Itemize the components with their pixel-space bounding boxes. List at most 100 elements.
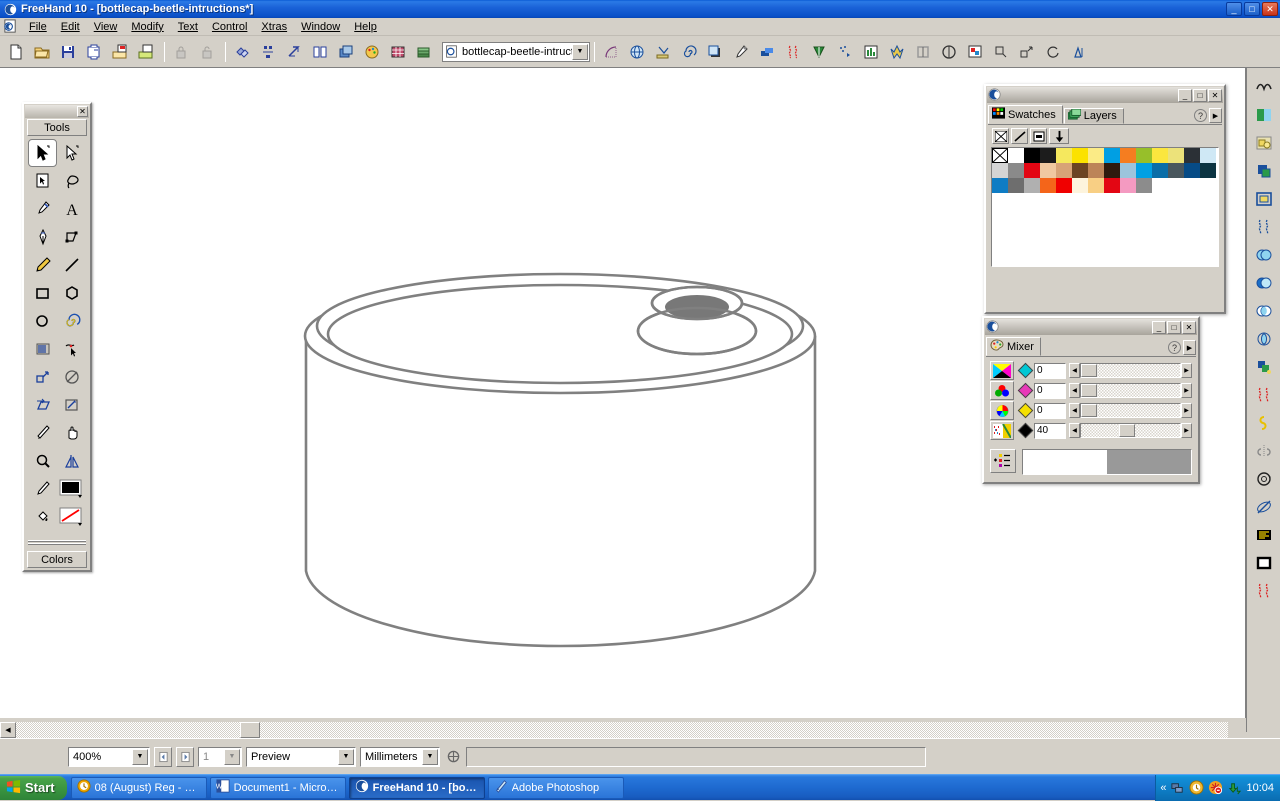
swatch-2[interactable] [1024,148,1040,163]
swatch-35[interactable] [1104,178,1120,193]
mixer-close-button[interactable]: ✕ [1182,320,1196,334]
yellow-slider-track[interactable] [1080,403,1181,418]
reflect-tool[interactable] [57,447,86,475]
text-tool[interactable]: A [57,195,86,223]
stroke-color-tool[interactable] [28,475,57,503]
tab-mixer[interactable]: Mixer [986,337,1041,356]
yellow-slider-right[interactable]: ▶ [1181,403,1192,418]
mixer-panel-titlebar[interactable]: _ □ ✕ [985,319,1197,335]
swatches-list[interactable] [991,147,1219,267]
inset-icon[interactable] [1015,40,1039,64]
hls-mode-icon[interactable] [990,401,1014,420]
sketch-icon[interactable] [833,40,857,64]
yellow-slider-left[interactable]: ◀ [1069,403,1080,418]
system-color-icon[interactable] [990,421,1014,440]
transform-icon[interactable] [282,40,306,64]
system-clock[interactable]: 10:04 [1246,782,1274,794]
swatch-7[interactable] [1104,148,1120,163]
3d-rotate-icon[interactable] [1067,40,1091,64]
swatch-24[interactable] [1152,163,1168,178]
shield-icon[interactable] [1189,780,1204,795]
emboss-icon[interactable] [651,40,675,64]
swatch-5[interactable] [1072,148,1088,163]
chart-icon[interactable] [859,40,883,64]
union-icon[interactable] [1251,242,1277,268]
globe-icon[interactable] [625,40,649,64]
menu-modify[interactable]: Modify [124,20,170,34]
swatch-19[interactable] [1072,163,1088,178]
mixer-options-arrow[interactable]: ▶ [1183,340,1196,355]
taskbar-item-outlook[interactable]: 08 (August) Reg - Micros... [70,776,207,799]
trace-tool[interactable] [57,335,86,363]
swatch-13[interactable] [1200,148,1216,163]
swatch-21[interactable] [1104,163,1120,178]
cyan-slider-left[interactable]: ◀ [1069,363,1080,378]
swatch-34[interactable] [1088,178,1104,193]
rotate-tool[interactable] [57,363,86,391]
punch-icon[interactable] [1251,326,1277,352]
cmyk-mode-icon[interactable] [990,361,1014,380]
swatches-minimize-button[interactable]: _ [1178,88,1192,102]
intersect-icon[interactable] [1251,298,1277,324]
swatch-0[interactable] [992,148,1009,164]
view-mode-combo[interactable]: Preview ▼ [246,746,356,767]
swatch-29[interactable] [1008,178,1024,193]
lasso-tool[interactable] [57,167,86,195]
envelope-icon[interactable] [885,40,909,64]
path-ops-icon[interactable] [1251,578,1277,604]
menu-text[interactable]: Text [171,20,205,34]
layers-icon[interactable] [334,40,358,64]
black-slider-left[interactable]: ◀ [1069,423,1080,438]
swatch-22[interactable] [1120,163,1136,178]
expand-stroke-icon[interactable] [1251,214,1277,240]
swatches-color-grid[interactable] [992,148,1218,193]
update-icon[interactable] [1227,780,1242,795]
spiral-tool[interactable] [57,307,86,335]
bend-icon[interactable] [1251,410,1277,436]
magenta-slider-right[interactable]: ▶ [1181,383,1192,398]
cyan-value-field[interactable]: 0 [1034,362,1066,379]
gradient-fill-icon[interactable] [1251,102,1277,128]
fill-icon[interactable] [1030,128,1047,144]
swatch-25[interactable] [1168,163,1184,178]
layer-front-icon[interactable] [1251,158,1277,184]
swatch-17[interactable] [1040,163,1056,178]
page-number-combo[interactable]: 1 ▼ [198,746,242,767]
none-fill-icon[interactable] [992,128,1009,144]
taskbar-item-freehand[interactable]: FreeHand 10 - [bottle... [348,776,485,799]
horizontal-scroll-track[interactable] [16,722,1228,738]
add-to-swatches-icon[interactable] [990,449,1016,473]
mirror-icon[interactable] [911,40,935,64]
view-mode-dropdown-arrow[interactable]: ▼ [338,748,354,765]
crop-icon[interactable] [1251,382,1277,408]
arc-icon[interactable] [599,40,623,64]
cone-icon[interactable] [807,40,831,64]
stroke-icon[interactable] [1011,128,1028,144]
black-slider-thumb[interactable] [1118,424,1135,437]
black-value-field[interactable]: 40 [1034,422,1066,439]
inset-path-icon[interactable] [1251,186,1277,212]
fill-color-swatch[interactable] [57,503,86,531]
export-icon[interactable] [134,40,158,64]
swatches-options-arrow[interactable]: ▶ [1209,108,1222,123]
reverse-direction-icon[interactable] [1251,466,1277,492]
fill-bucket-tool[interactable] [28,503,57,531]
book-icon[interactable] [308,40,332,64]
page-tool[interactable] [28,167,57,195]
blend-tool[interactable] [28,335,57,363]
menu-edit[interactable]: Edit [54,20,87,34]
blend-shape-icon[interactable] [937,40,961,64]
expand-icon[interactable] [989,40,1013,64]
antivirus-icon[interactable] [1208,780,1223,795]
taskbar-item-photoshop[interactable]: Adobe Photoshop [487,776,624,799]
knot-icon[interactable] [1251,438,1277,464]
swatch-23[interactable] [1136,163,1152,178]
taskbar-item-word[interactable]: W Document1 - Microsoft ... [209,776,346,799]
bezigon-tool[interactable] [57,223,86,251]
maximize-button[interactable]: □ [1244,2,1260,16]
swatches-maximize-button[interactable]: □ [1193,88,1207,102]
swatch-12[interactable] [1184,148,1200,163]
knife-tool[interactable] [28,419,57,447]
scale-tool[interactable] [28,363,57,391]
swatch-16[interactable] [1024,163,1040,178]
